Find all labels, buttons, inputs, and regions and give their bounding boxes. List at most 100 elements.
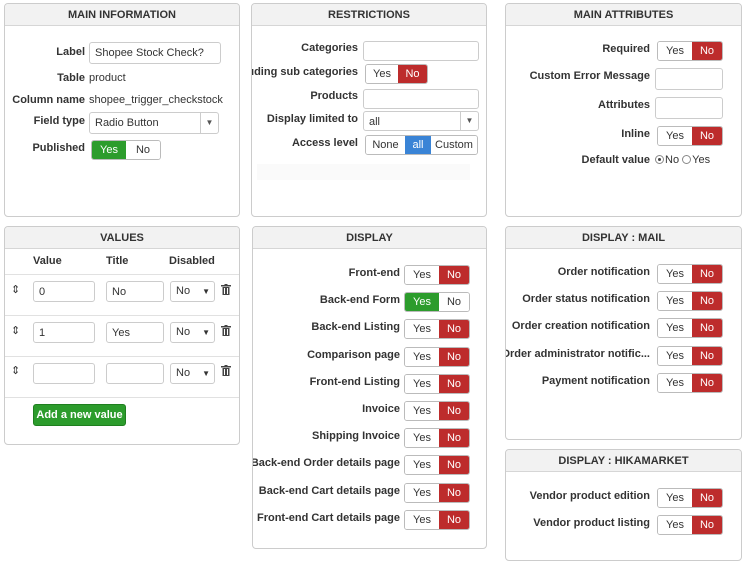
categories-input[interactable] xyxy=(363,41,479,61)
custom-error-input[interactable] xyxy=(655,68,723,90)
toggle-no[interactable]: No xyxy=(692,489,722,507)
trash-icon[interactable] xyxy=(221,325,231,336)
toggle-yes[interactable]: Yes xyxy=(405,266,439,284)
toggle-no[interactable]: No xyxy=(439,456,469,475)
label-input[interactable]: Shopee Stock Check? xyxy=(89,42,221,64)
yes-no-toggle[interactable]: Yes No xyxy=(657,264,723,284)
move-vertical-icon[interactable]: ⇕ xyxy=(11,283,20,296)
inline-toggle[interactable]: Yes No xyxy=(657,126,723,146)
toggle-yes[interactable]: Yes xyxy=(405,429,439,448)
yes-no-toggle[interactable]: Yes No xyxy=(404,401,470,421)
yes-no-toggle[interactable]: Yes No xyxy=(404,482,470,503)
toggle-yes[interactable]: Yes xyxy=(658,346,692,365)
toggle-no[interactable]: No xyxy=(692,265,722,283)
inline-no[interactable]: No xyxy=(692,127,722,145)
toggle-no[interactable]: No xyxy=(692,516,722,534)
toggle-no[interactable]: No xyxy=(439,347,469,366)
toggle-no[interactable]: No xyxy=(439,320,469,339)
yes-no-toggle[interactable]: Yes No xyxy=(404,509,470,530)
access-level-group[interactable]: None all Custom xyxy=(365,135,478,155)
toggle-no[interactable]: No xyxy=(439,293,469,312)
column-name-value: shopee_trigger_checkstock xyxy=(89,94,223,106)
toggle-no[interactable]: No xyxy=(692,373,722,392)
toggle-no[interactable]: No xyxy=(692,292,722,311)
published-toggle[interactable]: Yes No xyxy=(91,140,161,160)
toggle-no[interactable]: No xyxy=(439,266,469,284)
toggle-yes[interactable]: Yes xyxy=(658,516,692,534)
required-toggle[interactable]: Yes No xyxy=(657,41,723,61)
toggle-yes[interactable]: Yes xyxy=(405,293,439,312)
yes-no-toggle[interactable]: Yes No xyxy=(657,488,723,508)
products-input[interactable] xyxy=(363,89,479,109)
value-input[interactable]: 0 xyxy=(33,281,95,302)
display-limited-select[interactable]: all ▼ xyxy=(363,111,479,131)
toggle-yes[interactable]: Yes xyxy=(405,374,439,393)
toggle-no[interactable]: No xyxy=(439,374,469,393)
title-input[interactable] xyxy=(106,363,164,384)
categories-label: Categories xyxy=(301,42,358,54)
published-yes[interactable]: Yes xyxy=(92,141,126,159)
toggle-no[interactable]: No xyxy=(439,510,469,529)
yes-no-toggle[interactable]: Yes No xyxy=(657,291,723,312)
col-disabled-header: Disabled xyxy=(169,255,215,267)
yes-no-toggle[interactable]: Yes No xyxy=(404,373,470,394)
required-no[interactable]: No xyxy=(692,42,722,60)
default-no-radio[interactable] xyxy=(655,155,664,164)
inline-yes[interactable]: Yes xyxy=(658,127,692,145)
attributes-input[interactable] xyxy=(655,97,723,119)
required-yes[interactable]: Yes xyxy=(658,42,692,60)
option-label: Comparison page xyxy=(307,348,400,361)
yes-no-toggle[interactable]: Yes No xyxy=(404,455,470,476)
yes-no-toggle[interactable]: Yes No xyxy=(404,292,470,313)
access-all[interactable]: all xyxy=(405,136,431,154)
disabled-select[interactable]: No ▼ xyxy=(170,322,215,343)
disabled-select[interactable]: No ▼ xyxy=(170,363,215,384)
default-yes-label: Yes xyxy=(692,154,711,166)
yes-no-toggle[interactable]: Yes No xyxy=(404,319,470,340)
toggle-yes[interactable]: Yes xyxy=(658,489,692,507)
toggle-yes[interactable]: Yes xyxy=(658,265,692,283)
caret-down-icon: ▼ xyxy=(200,113,218,133)
yes-no-toggle[interactable]: Yes No xyxy=(657,345,723,366)
toggle-yes[interactable]: Yes xyxy=(405,347,439,366)
toggle-yes[interactable]: Yes xyxy=(658,292,692,311)
toggle-no[interactable]: No xyxy=(439,429,469,448)
move-vertical-icon[interactable]: ⇕ xyxy=(11,324,20,337)
sub-categories-yes[interactable]: Yes xyxy=(366,65,398,83)
toggle-yes[interactable]: Yes xyxy=(405,456,439,475)
title-input[interactable]: Yes xyxy=(106,322,164,343)
sub-categories-no[interactable]: No xyxy=(398,65,427,83)
move-vertical-icon[interactable]: ⇕ xyxy=(11,364,20,377)
value-input[interactable] xyxy=(33,363,95,384)
yes-no-toggle[interactable]: Yes No xyxy=(657,318,723,339)
title-input[interactable]: No xyxy=(106,281,164,302)
display-limited-label: Display limited to xyxy=(266,113,358,125)
yes-no-toggle[interactable]: Yes No xyxy=(657,515,723,535)
toggle-yes[interactable]: Yes xyxy=(658,319,692,338)
yes-no-toggle[interactable]: Yes No xyxy=(404,346,470,367)
yes-no-toggle[interactable]: Yes No xyxy=(404,265,470,285)
default-yes-radio[interactable] xyxy=(682,155,692,164)
value-input[interactable]: 1 xyxy=(33,322,95,343)
access-custom[interactable]: Custom xyxy=(431,136,477,154)
toggle-no[interactable]: No xyxy=(692,346,722,365)
yes-no-toggle[interactable]: Yes No xyxy=(657,372,723,393)
yes-no-toggle[interactable]: Yes No xyxy=(404,428,470,449)
toggle-yes[interactable]: Yes xyxy=(405,510,439,529)
published-no[interactable]: No xyxy=(126,141,160,159)
toggle-yes[interactable]: Yes xyxy=(658,373,692,392)
sub-categories-toggle[interactable]: Yes No xyxy=(365,64,428,84)
add-value-button[interactable]: Add a new value xyxy=(33,404,126,426)
attributes-label: Attributes xyxy=(598,99,650,111)
toggle-no[interactable]: No xyxy=(439,483,469,502)
toggle-yes[interactable]: Yes xyxy=(405,402,439,420)
toggle-yes[interactable]: Yes xyxy=(405,483,439,502)
toggle-no[interactable]: No xyxy=(439,402,469,420)
toggle-yes[interactable]: Yes xyxy=(405,320,439,339)
disabled-select[interactable]: No ▼ xyxy=(170,281,215,302)
toggle-no[interactable]: No xyxy=(692,319,722,338)
field-type-select[interactable]: Radio Button ▼ xyxy=(89,112,219,134)
trash-icon[interactable] xyxy=(221,284,231,295)
trash-icon[interactable] xyxy=(221,365,231,376)
access-none[interactable]: None xyxy=(366,136,405,154)
